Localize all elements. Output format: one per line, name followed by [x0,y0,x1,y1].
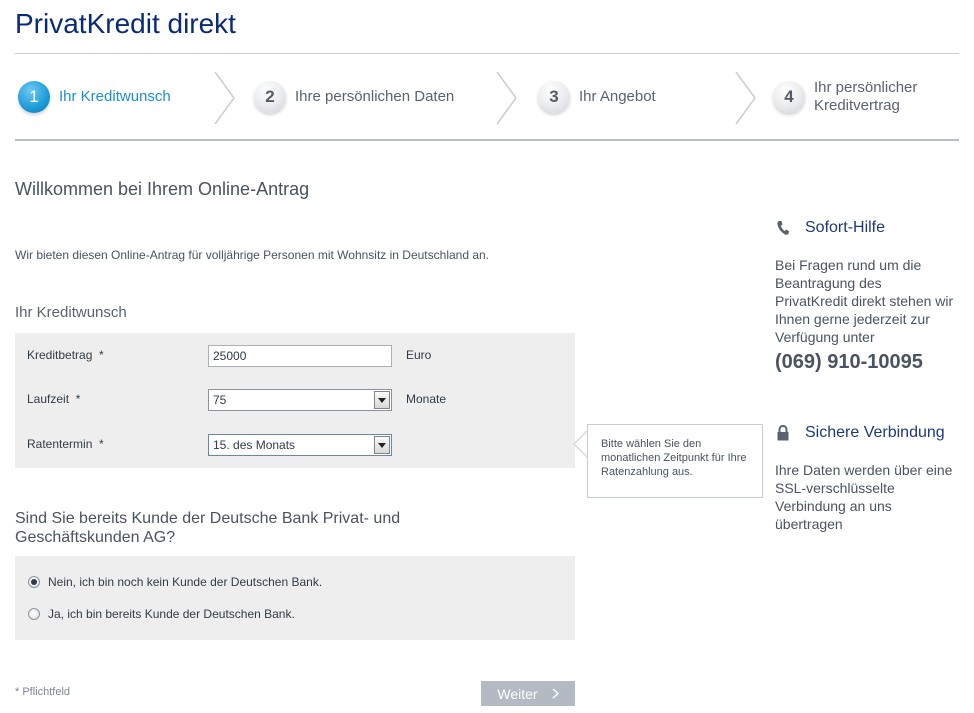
step-4-label-line1: Ihr persönlicher [814,79,918,96]
term-select[interactable]: 75 [208,389,392,411]
step-2-label: Ihre persönlichen Daten [295,88,455,105]
due-date-select[interactable]: 15. des Monats [208,434,392,456]
secure-title: Sichere Verbindung [805,424,945,441]
secure-heading: Sichere Verbindung [775,424,945,442]
dropdown-arrow-icon[interactable] [374,436,390,454]
step-3-number: 3 [538,81,570,113]
help-heading: Sofort-Hilfe [775,219,885,237]
amount-input[interactable]: 25000 [208,345,392,367]
step-chevron-icon [496,71,517,125]
step-4-number: 4 [773,81,805,113]
amount-label: Kreditbetrag * [27,348,104,362]
step-4-label: Ihr persönlicher Kreditvertrag [814,79,917,115]
term-unit: Monate [406,392,447,406]
due-date-label: Ratentermin * [27,437,104,451]
required-note: * Pflichtfeld [15,686,71,698]
step-4: 4 Ihr persönlicher Kreditvertrag [773,68,917,126]
amount-unit: Euro [406,348,432,362]
next-button-label: Weiter [497,685,538,702]
radio-button-checked[interactable] [28,576,40,588]
intro-text: Wir bieten diesen Online-Antrag für voll… [15,248,490,262]
term-label: Laufzeit * [27,392,81,406]
page-title: Willkommen bei Ihrem Online-Antrag [15,179,310,199]
step-chevron-icon [214,71,235,125]
secure-text: Ihre Daten werden über eine SSL-verschlü… [775,462,953,532]
step-1-label: Ihr Kreditwunsch [59,88,171,105]
dropdown-arrow-icon[interactable] [374,391,390,409]
help-phone-number: (069) 910-10095 [775,351,923,373]
progress-steps: 1 Ihr Kreditwunsch 2 Ihre persönlichen D… [15,68,959,126]
step-4-label-line2: Kreditvertrag [814,97,900,114]
help-title: Sofort-Hilfe [805,219,886,236]
brand-title: PrivatKredit direkt [15,8,236,39]
step-chevron-icon [735,71,756,125]
step-1: 1 Ihr Kreditwunsch [18,68,171,126]
step-1-number: 1 [18,81,50,113]
step-3-label: Ihr Angebot [579,88,656,105]
header-divider [15,53,959,54]
radio-option-existing-customer[interactable]: Ja, ich bin bereits Kunde der Deutschen … [28,607,295,621]
credit-form-panel: Kreditbetrag * 25000 Euro Laufzeit * 75 … [15,333,575,468]
customer-radio-panel: Nein, ich bin noch kein Kunde der Deutsc… [15,556,575,640]
radio-button[interactable] [28,608,40,620]
radio-label: Ja, ich bin bereits Kunde der Deutschen … [48,607,295,621]
next-button[interactable]: Weiter [481,681,575,706]
step-3: 3 Ihr Angebot [538,68,656,126]
help-text: Bei Fragen rund um die Beantragung des P… [775,257,954,345]
customer-question: Sind Sie bereits Kunde der Deutsche Bank… [15,510,401,546]
step-2-number: 2 [254,81,286,113]
step-2: 2 Ihre persönlichen Daten [254,68,454,126]
steps-divider [15,139,959,141]
chevron-right-icon [552,688,559,699]
lock-icon [775,425,791,441]
radio-option-not-customer[interactable]: Nein, ich bin noch kein Kunde der Deutsc… [28,575,322,589]
section-title: Ihr Kreditwunsch [15,304,127,321]
radio-label: Nein, ich bin noch kein Kunde der Deutsc… [48,575,323,589]
due-date-tooltip: Bitte wählen Sie den monatlichen Zeitpun… [587,424,763,498]
phone-icon [775,220,791,236]
